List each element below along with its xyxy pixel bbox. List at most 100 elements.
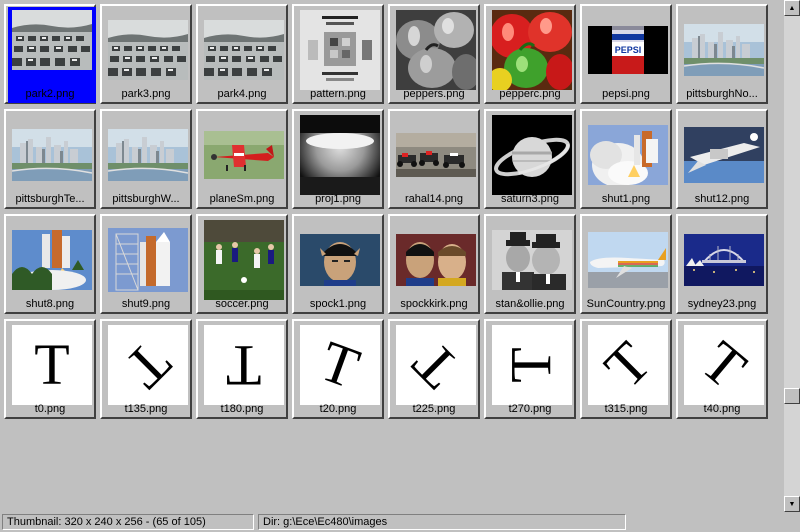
- thumbnail-image: [396, 220, 476, 300]
- thumbnail-item[interactable]: shut12.png: [676, 109, 768, 209]
- thumbnail-item[interactable]: sydney23.png: [676, 214, 768, 314]
- thumbnail-item[interactable]: Tt180.png: [196, 319, 288, 419]
- thumbnail-image: [204, 10, 284, 90]
- thumbnail-label: planeSm.png: [209, 193, 275, 205]
- thumbnail-image: T: [12, 325, 92, 405]
- thumbnail-item[interactable]: Tt135.png: [100, 319, 192, 419]
- t-glyph: T: [400, 329, 472, 401]
- thumbnail-item[interactable]: spockkirk.png: [388, 214, 480, 314]
- thumbnail-image: T: [108, 325, 188, 405]
- thumbnail-image: [492, 115, 572, 195]
- thumbnail-image: [396, 10, 476, 90]
- thumbnail-item[interactable]: proj1.png: [292, 109, 384, 209]
- thumbnail-label: t20.png: [319, 403, 357, 415]
- thumbnail-item[interactable]: stan&ollie.png: [484, 214, 576, 314]
- thumbnail-label: pepsi.png: [602, 88, 650, 100]
- scrollbar-thumb[interactable]: [784, 388, 800, 404]
- thumbnail-item[interactable]: peppers.png: [388, 4, 480, 104]
- t-glyph: T: [592, 329, 664, 401]
- thumbnail-image: [684, 220, 764, 300]
- thumbnail-label: shut8.png: [25, 298, 75, 310]
- thumbnail-label: rahal14.png: [404, 193, 464, 205]
- thumbnail-item[interactable]: planeSm.png: [196, 109, 288, 209]
- thumbnail-label: soccer.png: [215, 298, 269, 310]
- thumbnail-image: [492, 220, 572, 300]
- thumbnail-label: pepperc.png: [499, 88, 561, 100]
- svg-text:PEPSI: PEPSI: [615, 45, 642, 55]
- thumbnail-image: T: [204, 325, 284, 405]
- thumbnail-image: [108, 220, 188, 300]
- thumbnail-item[interactable]: Tt0.png: [4, 319, 96, 419]
- thumbnail-image: PEPSI: [588, 10, 668, 90]
- thumbnail-label: stan&ollie.png: [495, 298, 565, 310]
- thumbnail-label: t180.png: [220, 403, 264, 415]
- scroll-up-button[interactable]: ▲: [784, 0, 800, 16]
- thumbnail-item[interactable]: spock1.png: [292, 214, 384, 314]
- thumbnail-item[interactable]: saturn3.png: [484, 109, 576, 209]
- t-glyph: T: [34, 332, 70, 397]
- thumbnail-label: pittsburghW...: [112, 193, 180, 205]
- thumbnail-item[interactable]: park4.png: [196, 4, 288, 104]
- vertical-scrollbar[interactable]: ▲ ▼: [784, 0, 800, 512]
- thumbnail-label: spockkirk.png: [400, 298, 468, 310]
- thumbnail-label: park2.png: [25, 88, 75, 100]
- thumbnail-label: pittsburghTe...: [15, 193, 85, 205]
- thumbnail-label: t135.png: [124, 403, 168, 415]
- thumbnail-item[interactable]: pittsburghNo...: [676, 4, 768, 104]
- thumbnail-item[interactable]: shut8.png: [4, 214, 96, 314]
- scroll-down-button[interactable]: ▼: [784, 496, 800, 512]
- thumbnail-item[interactable]: PEPSI pepsi.png: [580, 4, 672, 104]
- thumbnail-image: [396, 115, 476, 195]
- thumbnail-item[interactable]: Tt40.png: [676, 319, 768, 419]
- thumbnail-image: T: [684, 325, 764, 405]
- thumbnail-item[interactable]: pittsburghW...: [100, 109, 192, 209]
- thumbnail-item[interactable]: pittsburghTe...: [4, 109, 96, 209]
- thumbnail-image: [300, 115, 380, 195]
- thumbnail-item[interactable]: shut1.png: [580, 109, 672, 209]
- thumbnail-label: shut1.png: [601, 193, 651, 205]
- thumbnail-image: [300, 220, 380, 300]
- thumbnail-item[interactable]: Tt270.png: [484, 319, 576, 419]
- thumbnail-image: T: [300, 325, 380, 405]
- thumbnail-item[interactable]: Tt225.png: [388, 319, 480, 419]
- thumbnail-item[interactable]: pepperc.png: [484, 4, 576, 104]
- thumbnail-item[interactable]: Tt20.png: [292, 319, 384, 419]
- thumbnail-image: [204, 220, 284, 300]
- t-glyph: T: [499, 347, 564, 383]
- thumbnail-image: T: [588, 325, 668, 405]
- thumbnail-label: t0.png: [34, 403, 66, 415]
- thumbnail-label: park3.png: [121, 88, 171, 100]
- arrow-down-icon: ▼: [788, 500, 796, 508]
- thumbnail-image: T: [492, 325, 572, 405]
- thumbnail-image: [204, 115, 284, 195]
- thumbnail-item[interactable]: SunCountry.png: [580, 214, 672, 314]
- thumbnail-label: shut12.png: [694, 193, 750, 205]
- thumbnail-label: pittsburghNo...: [686, 88, 758, 100]
- thumbnail-image: [12, 220, 92, 300]
- thumbnail-label: sydney23.png: [687, 298, 757, 310]
- thumbnail-image: [588, 115, 668, 195]
- thumbnail-image: [684, 10, 764, 90]
- status-bar: Thumbnail: 320 x 240 x 256 - (65 of 105)…: [0, 512, 800, 532]
- t-glyph: T: [689, 328, 759, 401]
- thumbnail-label: t270.png: [508, 403, 552, 415]
- thumbnail-image: [108, 10, 188, 90]
- thumbnail-label: pattern.png: [310, 88, 366, 100]
- thumbnail-image: [12, 115, 92, 195]
- thumbnail-label: spock1.png: [309, 298, 367, 310]
- t-glyph: T: [226, 333, 262, 398]
- thumbnail-item[interactable]: soccer.png: [196, 214, 288, 314]
- thumbnail-image: [300, 10, 380, 90]
- thumbnail-image: [588, 220, 668, 300]
- thumbnail-item[interactable]: Tt315.png: [580, 319, 672, 419]
- thumbnail-item[interactable]: park3.png: [100, 4, 192, 104]
- arrow-up-icon: ▲: [788, 4, 796, 12]
- thumbnail-item[interactable]: park2.png: [4, 4, 96, 104]
- thumbnail-item[interactable]: rahal14.png: [388, 109, 480, 209]
- thumbnail-item[interactable]: shut9.png: [100, 214, 192, 314]
- thumbnail-label: saturn3.png: [500, 193, 560, 205]
- thumbnail-label: SunCountry.png: [586, 298, 666, 310]
- status-thumbnail-info: Thumbnail: 320 x 240 x 256 - (65 of 105): [2, 514, 254, 530]
- t-glyph: T: [312, 327, 368, 402]
- thumbnail-item[interactable]: pattern.png: [292, 4, 384, 104]
